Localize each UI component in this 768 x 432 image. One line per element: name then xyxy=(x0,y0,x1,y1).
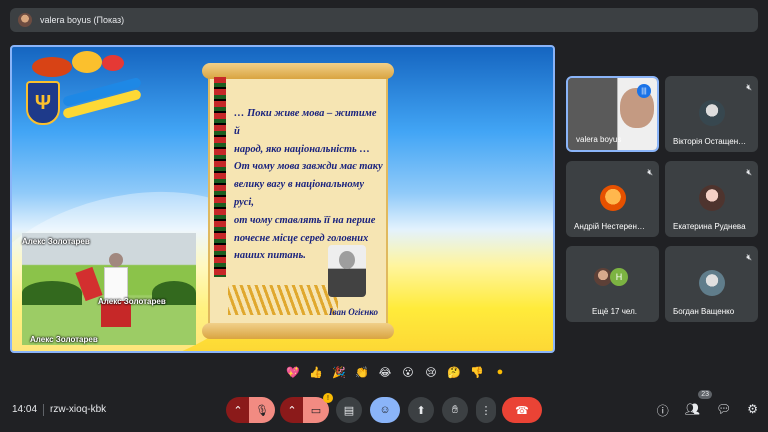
meeting-info: 14:04 rzw-xioq-kbk xyxy=(12,404,106,416)
more-avatars: Н xyxy=(594,268,628,286)
camera-off-icon: ▭ xyxy=(310,404,322,417)
mic-off-icon: 🎙︎ xyxy=(255,404,269,417)
divider xyxy=(43,404,45,416)
participant-tile-active[interactable]: ||| valera boyus xyxy=(566,76,659,152)
more-options-button[interactable]: ⋮ xyxy=(476,397,496,423)
more-participants-tile[interactable]: Н Ещё 17 чел. xyxy=(566,246,659,322)
presenter-title: valera boyus (Показ) xyxy=(40,15,125,25)
chevron-up-icon: ⌃ xyxy=(233,404,243,417)
participant-tile[interactable]: 🔇︎ Екатерина Руднева xyxy=(665,161,758,237)
emoji-icon: ☺ xyxy=(379,404,391,416)
poem-scroll: … Поки живе мова – житиме й народ, яко н… xyxy=(202,63,394,339)
embroidery-ribbon xyxy=(214,77,226,277)
participant-name: valera boyus xyxy=(576,135,622,144)
info-icon[interactable]: ⓘ xyxy=(657,402,669,419)
poem-line: От чому мова завжди має таку xyxy=(234,161,383,173)
presenter-bar[interactable]: valera boyus (Показ) xyxy=(10,8,758,32)
reaction-heart[interactable]: 💖 xyxy=(284,366,302,379)
head xyxy=(109,253,123,267)
overlay-name: Алекс Золотарев xyxy=(98,297,166,306)
camera-options-button[interactable]: ⌃ xyxy=(280,397,304,423)
hand-icon: ✋︎ xyxy=(451,403,459,416)
wheat-decoration xyxy=(228,285,338,315)
participant-avatar xyxy=(599,185,626,211)
reaction-surprised[interactable]: 😮 xyxy=(399,366,417,379)
speaking-indicator-icon: ||| xyxy=(637,84,651,98)
flower-decoration xyxy=(72,51,102,73)
poem-line: … Поки живе мова – житиме й xyxy=(234,108,377,137)
presentation-stage: Ψ … Поки живе мова – житиме й народ, яко… xyxy=(10,45,555,353)
clock-time: 14:04 xyxy=(12,404,38,415)
participant-name: Андрій Нестерен… xyxy=(574,222,645,231)
people-count-badge: 23 xyxy=(698,390,712,399)
mic-options-button[interactable]: ⌃ xyxy=(226,397,250,423)
overlay-name: Алекс Золотарев xyxy=(30,335,98,344)
poem-line: от чому ставлять її на перше xyxy=(234,214,376,226)
right-panel-icons: ⓘ 👥︎ 💬︎ ⚙︎ xyxy=(657,402,758,419)
flower-decoration xyxy=(32,57,72,77)
participant-avatar xyxy=(698,100,725,126)
presenter-avatar xyxy=(18,13,32,27)
portrait-image xyxy=(328,245,366,297)
chat-icon[interactable]: 💬︎ xyxy=(716,402,731,419)
scroll-top xyxy=(202,63,394,79)
participant-tile[interactable]: 🔇︎ Богдан Ващенко xyxy=(665,246,758,322)
reaction-clap[interactable]: 👏 xyxy=(353,366,371,379)
participant-name: Вікторія Остащен… xyxy=(673,137,747,146)
poem-text: … Поки живе мова – житиме й народ, яко н… xyxy=(234,105,384,265)
mic-off-icon: 🔇︎ xyxy=(746,82,752,92)
more-participants-label: Ещё 17 чел. xyxy=(592,307,637,316)
mic-off-icon: 🔇︎ xyxy=(746,167,752,177)
meeting-code[interactable]: rzw-xioq-kbk xyxy=(50,404,106,416)
captions-button[interactable]: ▤ xyxy=(336,397,362,423)
activities-icon[interactable]: ⚙︎ xyxy=(747,402,758,419)
reaction-thumbs-down[interactable]: 👎 xyxy=(468,366,486,379)
mic-toggle-button[interactable]: 🎙︎ xyxy=(249,397,275,423)
reaction-bar: 💖 👍 🎉 👏 😂 😮 😢 🤔 👎 ● xyxy=(284,366,509,379)
warning-badge: ! xyxy=(323,393,333,403)
flower-decoration xyxy=(102,55,124,71)
participant-avatar xyxy=(698,185,725,211)
participant-name: Екатерина Руднева xyxy=(673,222,746,231)
participant-name: Богдан Ващенко xyxy=(673,307,735,316)
poem-line: велику вагу в національному русі, xyxy=(234,179,365,208)
skin-tone-icon[interactable]: ● xyxy=(491,366,509,379)
trident-icon: Ψ xyxy=(26,81,60,125)
overlay-name: Алекс Золотарев xyxy=(22,237,90,246)
mic-off-icon: 🔇︎ xyxy=(647,167,653,177)
reaction-thinking[interactable]: 🤔 xyxy=(445,366,463,379)
poem-line: народ, яко національність … xyxy=(234,143,370,155)
reaction-sad[interactable]: 😢 xyxy=(422,366,440,379)
footer: 14:04 rzw-xioq-kbk ⌃ 🎙︎ ⌃ ▭ ! ▤ ☺ ⬆ ✋︎ ⋮… xyxy=(0,390,768,432)
participant-avatar xyxy=(698,270,725,296)
tree xyxy=(22,281,82,305)
camera-toggle-button[interactable]: ▭ ! xyxy=(303,393,333,423)
reactions-button[interactable]: ☺ xyxy=(370,397,400,423)
captions-icon: ▤ xyxy=(343,404,355,417)
participant-tile[interactable]: 🔇︎ Вікторія Остащен… xyxy=(665,76,758,152)
present-button[interactable]: ⬆ xyxy=(408,397,434,423)
participant-tile[interactable]: 🔇︎ Андрій Нестерен… xyxy=(566,161,659,237)
reaction-party[interactable]: 🎉 xyxy=(330,366,348,379)
more-vert-icon: ⋮ xyxy=(480,404,492,417)
reaction-thumbs-up[interactable]: 👍 xyxy=(307,366,325,379)
mic-off-icon: 🔇︎ xyxy=(746,252,752,262)
chevron-up-icon: ⌃ xyxy=(287,404,297,417)
phone-hangup-icon: ☎ xyxy=(515,404,529,417)
signature: Іван Огієнко xyxy=(329,307,378,317)
reaction-laugh[interactable]: 😂 xyxy=(376,366,394,379)
scroll-bottom xyxy=(202,323,394,339)
overlay-photo xyxy=(22,233,196,345)
participant-avatar: Н xyxy=(610,268,628,286)
present-icon: ⬆ xyxy=(416,404,426,417)
end-call-button[interactable]: ☎ xyxy=(502,397,542,423)
raise-hand-button[interactable]: ✋︎ xyxy=(442,397,468,423)
people-icon[interactable]: 👥︎ xyxy=(685,402,700,419)
